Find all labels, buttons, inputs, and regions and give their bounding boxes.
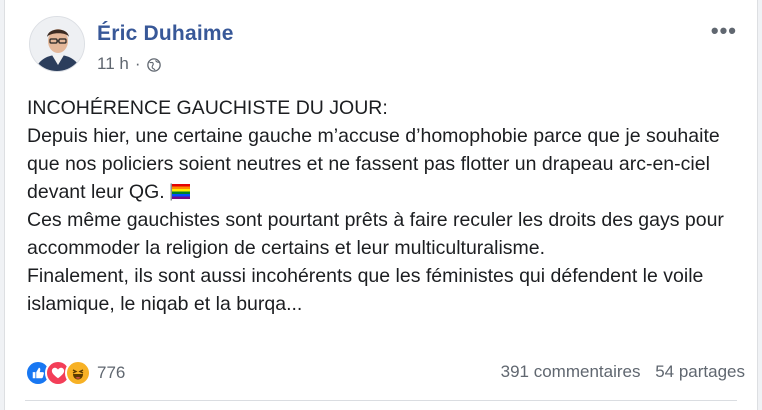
post-footer: 776 391 commentaires 54 partages [25, 358, 745, 390]
post-paragraph: Ces même gauchistes sont pourtant prêts … [27, 209, 724, 259]
post-body: INCOHÉRENCE GAUCHISTE DU JOUR: Depuis hi… [27, 94, 743, 318]
post-paragraph: Finalement, ils sont aussi incohérents q… [27, 265, 704, 315]
post-meta: 11 h · [97, 54, 161, 74]
more-options-icon[interactable]: ••• [711, 18, 737, 44]
reactions-summary[interactable]: 776 [25, 360, 125, 386]
post-header: Éric Duhaime 11 h · ••• [25, 14, 745, 78]
meta-separator: · [134, 54, 141, 73]
haha-icon [65, 360, 91, 386]
avatar-image [30, 17, 84, 71]
author-name[interactable]: Éric Duhaime [97, 22, 234, 46]
comments-count[interactable]: 391 commentaires [501, 362, 641, 381]
post-paragraph: Depuis hier, une certaine gauche m’accus… [27, 125, 720, 203]
footer-divider [25, 400, 737, 401]
engagement-stats: 391 commentaires 54 partages [501, 362, 745, 382]
reaction-count[interactable]: 776 [97, 363, 125, 383]
author-avatar[interactable] [29, 16, 85, 72]
post-time[interactable]: 11 h [97, 54, 129, 74]
post-card: Éric Duhaime 11 h · ••• INCOHÉRENCE GAUC… [4, 0, 758, 410]
post-paragraph: INCOHÉRENCE GAUCHISTE DU JOUR: [27, 97, 388, 119]
rainbow-flag-icon [169, 181, 191, 201]
globe-icon[interactable] [146, 57, 161, 72]
shares-count[interactable]: 54 partages [655, 362, 745, 381]
